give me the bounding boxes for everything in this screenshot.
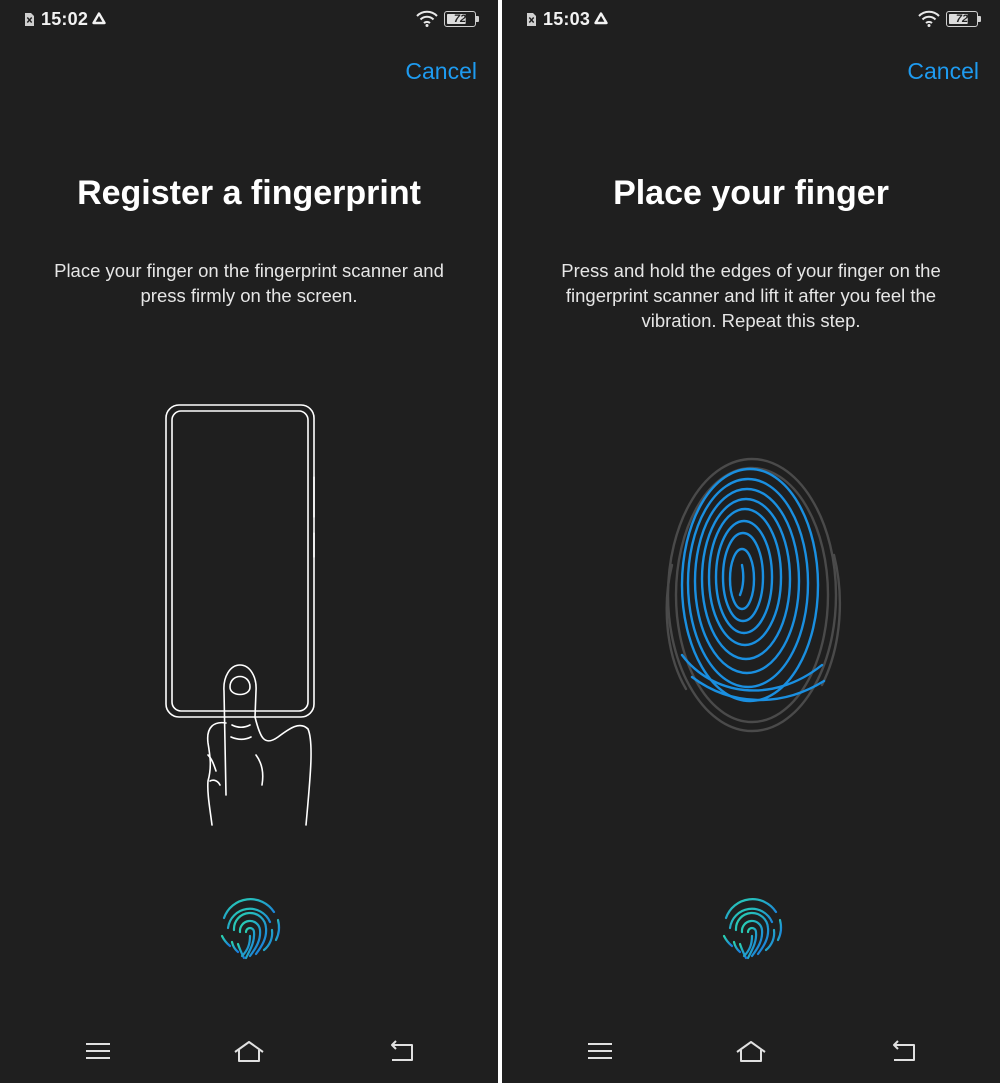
fingerprint-sensor-icon[interactable] [714, 888, 790, 964]
screenshot-pair: 15:02 72 Cancel Register a fingerprint P… [0, 0, 1000, 1083]
home-icon[interactable] [233, 1035, 265, 1067]
status-time: 15:02 [41, 9, 89, 29]
home-icon[interactable] [735, 1035, 767, 1067]
phone-hand-illustration [165, 404, 315, 826]
menu-icon[interactable] [584, 1035, 616, 1067]
page-description: Place your finger on the fingerprint sca… [54, 260, 444, 306]
wifi-icon [416, 10, 438, 27]
page-description: Press and hold the edges of your finger … [561, 260, 941, 331]
fingerprint-sensor-icon[interactable] [212, 888, 288, 964]
cancel-button[interactable]: Cancel [405, 58, 477, 85]
page-title: Register a fingerprint [77, 174, 421, 212]
no-sim-icon [25, 13, 34, 26]
cancel-button[interactable]: Cancel [907, 58, 979, 85]
register-fingerprint-screen: 15:02 72 Cancel Register a fingerprint P… [0, 0, 498, 1083]
battery-level-text: 72 [453, 13, 467, 25]
status-bar: 15:03 72 [502, 0, 1000, 40]
place-finger-screen: 15:03 72 Cancel Place your finger Press … [502, 0, 1000, 1083]
navigation-bar [0, 1023, 498, 1083]
no-sim-icon [527, 13, 536, 26]
fingerprint-illustration [665, 457, 842, 733]
status-bar: 15:02 72 [0, 0, 498, 40]
drive-icon [594, 12, 608, 25]
page-title: Place your finger [613, 174, 889, 212]
battery-icon: 72 [444, 11, 480, 27]
battery-icon: 72 [946, 11, 982, 27]
battery-level-text: 72 [955, 13, 969, 25]
fingerprint-scanned-ridges [680, 467, 826, 703]
wifi-icon [918, 10, 940, 27]
drive-icon [92, 12, 106, 25]
back-icon[interactable] [888, 1035, 920, 1067]
back-icon[interactable] [386, 1035, 418, 1067]
navigation-bar [502, 1023, 1000, 1083]
status-time: 15:03 [543, 9, 591, 29]
menu-icon[interactable] [82, 1035, 114, 1067]
